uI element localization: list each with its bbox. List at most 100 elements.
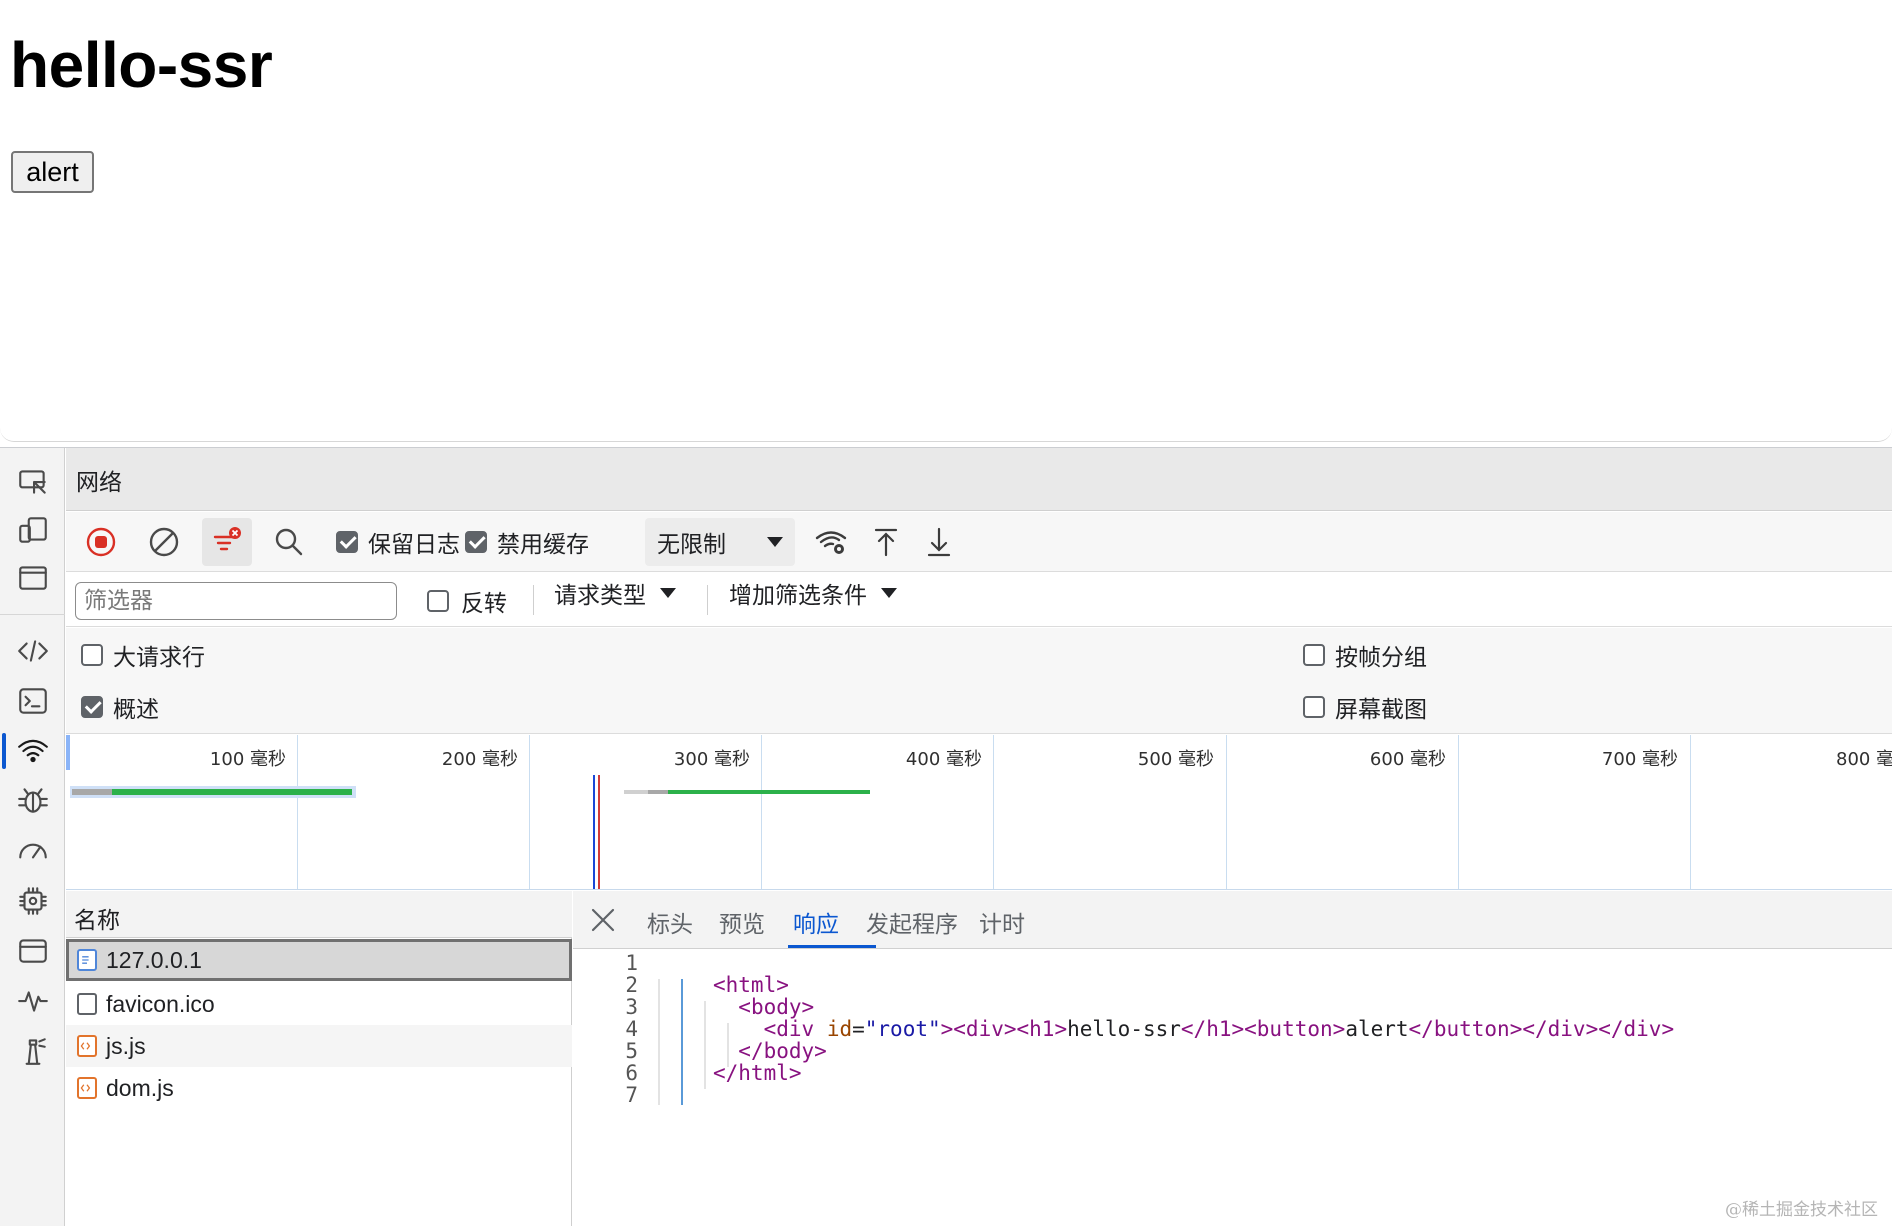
indent-guide (658, 979, 660, 1105)
memory-icon[interactable] (0, 875, 65, 927)
elements-icon[interactable] (0, 625, 65, 677)
page-preview: hello-ssr alert (0, 0, 1892, 442)
request-row[interactable]: dom.js (66, 1067, 572, 1109)
chevron-down-icon (767, 537, 783, 547)
preserve-log-checkbox[interactable]: 保留日志 (336, 525, 460, 559)
application-icon[interactable] (0, 925, 65, 977)
indent-guide (704, 1001, 706, 1089)
request-row[interactable]: favicon.ico (66, 983, 572, 1025)
search-icon (275, 528, 303, 556)
grid-line (297, 735, 298, 889)
filter-separator (707, 585, 708, 615)
request-row[interactable]: 127.0.0.1 (66, 939, 572, 981)
preserve-log-checkmark[interactable] (336, 531, 358, 553)
tick-label: 600 毫秒 (1369, 749, 1446, 770)
code-line: </html> (713, 1061, 802, 1085)
group-by-frame-checkbox[interactable]: 按帧分组 (1303, 638, 1427, 672)
tick-label: 200 毫秒 (441, 749, 518, 770)
screenshots-checkbox[interactable]: 屏幕截图 (1303, 690, 1427, 724)
network-panel: 网络 保留日志 禁用缓存 无限制 筛选器 反转 请求类型 增加筛选条件 大请求行… (66, 448, 1892, 1226)
activity-bar (0, 448, 65, 1226)
clear-icon (149, 527, 179, 557)
grid-line (1226, 735, 1227, 889)
group-by-frame-checkmark[interactable] (1303, 644, 1325, 666)
filter-input[interactable] (75, 582, 397, 620)
overview-checkmark[interactable] (81, 696, 103, 718)
request-type-dropdown[interactable]: 请求类型 (554, 575, 676, 611)
tab-preview[interactable]: 预览 (719, 905, 765, 939)
device-toolbar-icon[interactable] (0, 504, 65, 556)
tab-initiator[interactable]: 发起程序 (866, 905, 958, 939)
disable-cache-checkmark[interactable] (465, 531, 487, 553)
network-settings: 大请求行 概述 按帧分组 屏幕截图 (66, 628, 1892, 734)
console-icon[interactable] (0, 675, 65, 727)
tab-timing[interactable]: 计时 (979, 905, 1025, 939)
tab-headers[interactable]: 标头 (647, 905, 693, 939)
record-stop-icon (86, 527, 116, 557)
line-number: 5 (625, 1039, 638, 1063)
activity-separator (0, 614, 65, 615)
response-code-view[interactable]: 1 2 3 4 5 6 7 <html> <body> <div id="roo… (573, 949, 1892, 1226)
line-number: 2 (625, 973, 638, 997)
network-conditions-button[interactable] (806, 518, 856, 566)
tab-response[interactable]: 响应 (793, 905, 839, 939)
screenshots-label: 屏幕截图 (1335, 697, 1427, 723)
chevron-down-icon (881, 588, 897, 598)
invert-checkbox[interactable]: 反转 (427, 583, 507, 619)
tick-label: 800 毫秒 (1836, 749, 1892, 770)
detail-tab-bar: 标头 预览 响应 发起程序 计时 (573, 891, 1892, 949)
disable-cache-checkbox[interactable]: 禁用缓存 (465, 525, 589, 559)
network-overview[interactable]: 100 毫秒 200 毫秒 300 毫秒 400 毫秒 500 毫秒 600 毫… (66, 735, 1892, 890)
request-name: favicon.ico (106, 990, 215, 1017)
invert-checkmark[interactable] (427, 590, 449, 612)
wifi-settings-icon (815, 531, 847, 554)
lighthouse-icon[interactable] (0, 1025, 65, 1077)
upload-icon (874, 528, 898, 557)
filter-toggle-button[interactable] (202, 518, 252, 566)
window-icon[interactable] (0, 552, 65, 604)
network-icon[interactable] (0, 725, 65, 777)
chevron-down-icon (660, 588, 676, 598)
export-har-button[interactable] (914, 518, 964, 566)
activity-icon[interactable] (0, 975, 65, 1027)
import-har-button[interactable] (861, 518, 911, 566)
request-row[interactable]: js.js (66, 1025, 572, 1067)
grid-line (1458, 735, 1459, 889)
overview-drag-handle[interactable] (66, 735, 70, 770)
screenshots-checkmark[interactable] (1303, 696, 1325, 718)
line-number: 7 (625, 1083, 638, 1107)
download-icon (927, 527, 951, 557)
alert-button[interactable]: alert (11, 151, 94, 193)
throttling-select[interactable]: 无限制 (645, 518, 795, 566)
request-type-label: 请求类型 (554, 583, 646, 609)
overview-label: 概述 (113, 697, 159, 723)
clear-button[interactable] (139, 518, 189, 566)
inspect-icon[interactable] (0, 456, 65, 508)
request-list-header[interactable]: 名称 (66, 891, 572, 938)
grid-line (529, 735, 530, 889)
overview-checkbox[interactable]: 概述 (81, 690, 159, 724)
big-request-rows-checkbox[interactable]: 大请求行 (81, 638, 205, 672)
grid-line (761, 735, 762, 889)
active-tab-indicator (788, 945, 876, 948)
code-line: <body> (738, 995, 815, 1019)
more-filters-dropdown[interactable]: 增加筛选条件 (729, 575, 897, 611)
search-button[interactable] (264, 518, 314, 566)
blank-file-icon (77, 993, 97, 1015)
grid-line (1690, 735, 1691, 889)
tick-label: 500 毫秒 (1137, 749, 1214, 770)
disable-cache-label: 禁用缓存 (497, 532, 589, 558)
close-icon[interactable] (588, 905, 618, 935)
tick-label: 700 毫秒 (1601, 749, 1678, 770)
tick-label: 400 毫秒 (905, 749, 982, 770)
watermark: @稀土掘金技术社区 (1725, 1200, 1878, 1220)
performance-icon[interactable] (0, 825, 65, 877)
big-request-rows-checkmark[interactable] (81, 644, 103, 666)
request-list: 名称 127.0.0.1 favicon.ico js.js dom.js (66, 891, 572, 1226)
sources-icon[interactable] (0, 775, 65, 827)
invert-label: 反转 (461, 591, 507, 617)
group-by-frame-label: 按帧分组 (1335, 645, 1427, 671)
waiting-bar (72, 789, 112, 795)
request-name: dom.js (106, 1074, 174, 1101)
record-button[interactable] (76, 518, 126, 566)
